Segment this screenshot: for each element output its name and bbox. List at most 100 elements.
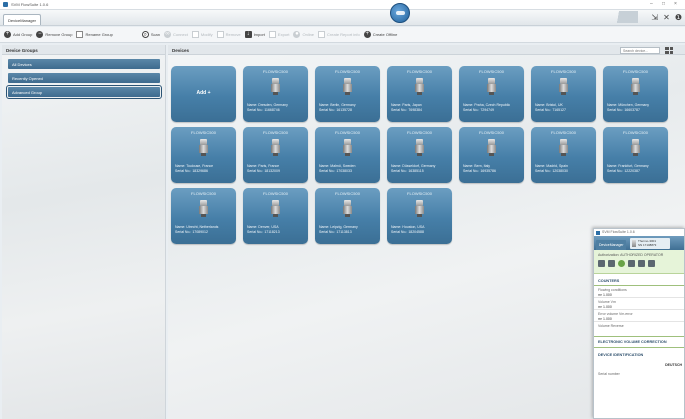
- online-button[interactable]: ● Online: [293, 31, 314, 38]
- minus-icon: −: [36, 31, 44, 38]
- remove-button[interactable]: Remove: [216, 31, 241, 38]
- device-meta: Name: Düsseldorf, Germany Serial No.: 163…: [391, 164, 435, 174]
- device-name-prefix: Name:: [319, 103, 330, 107]
- popup-status-bar: Authorization: AUTHORIZED OPERATOR: [594, 250, 684, 274]
- device-name-prefix: Name:: [391, 103, 402, 107]
- grid-icon[interactable]: [628, 260, 635, 267]
- create-offline-button[interactable]: + Create Offline: [363, 31, 397, 38]
- device-meta: Name: Paris, Japan Serial No.: 7698384: [391, 103, 422, 113]
- identification-select[interactable]: DEUTSCH: [594, 360, 684, 370]
- device-serial: 16603787: [624, 108, 640, 112]
- edit-icon: [76, 31, 84, 38]
- window-title: SVM FlowSuite 1.0.6: [11, 2, 49, 7]
- device-name-prefix: Name:: [247, 103, 258, 107]
- collapse-icon[interactable]: ⇲: [651, 13, 658, 23]
- popup-tab-device-manager[interactable]: DeviceManager: [596, 240, 626, 250]
- device-meta: Name: Dresden, Germany Serial No.: 116687…: [247, 103, 288, 113]
- export-icon: [268, 31, 276, 38]
- popup-device-tab[interactable]: Thermo-3001 SN 17108873: [630, 238, 670, 249]
- add-group-label: Add Group: [13, 32, 33, 37]
- device-name: Berlin, Germany: [330, 103, 356, 107]
- flowmeter-icon: [271, 200, 280, 217]
- device-tile[interactable]: FLOWSIC500 Name: Toulouse, France Serial N…: [171, 127, 236, 183]
- create-report-label: Create Report info: [327, 32, 360, 37]
- device-tile[interactable]: FLOWSIC500 Name: Frankfurt, Germany Serial…: [603, 127, 668, 183]
- device-serial-prefix: Serial No.:: [319, 108, 336, 112]
- maximize-icon[interactable]: □: [662, 1, 665, 7]
- help-icon[interactable]: ❶: [675, 13, 682, 23]
- device-tile[interactable]: FLOWSIC500 Name: Madrid, Spain Serial No.:…: [531, 127, 596, 183]
- device-serial: 18132009: [264, 169, 280, 173]
- remove-group-button[interactable]: − Remove Group: [36, 31, 72, 38]
- device-popup-window: SVM FlowSuite 1.0.6 DeviceManager Thermo…: [593, 228, 685, 419]
- device-serial-prefix: Serial No.:: [247, 169, 264, 173]
- group-recently-opened[interactable]: Recently Opened: [8, 73, 160, 83]
- check-icon[interactable]: [618, 260, 625, 267]
- rename-group-button[interactable]: Rename Group: [76, 31, 113, 38]
- device-groups-panel: Device Groups All Devices Recently Opene…: [2, 45, 166, 419]
- device-tile[interactable]: FLOWSIC500 Name: Malmö, Sweden Serial No.:…: [315, 127, 380, 183]
- device-tile[interactable]: FLOWSIC500 Name: München, Germany Serial N…: [603, 66, 668, 122]
- device-tile[interactable]: FLOWSIC500 Name: Düsseldorf, Germany Seria…: [387, 127, 452, 183]
- rename-group-label: Rename Group: [85, 32, 113, 37]
- tab-bar: DeviceManager: [0, 10, 685, 26]
- tab-bar-actions: ⇲ ✕ ❶: [651, 12, 682, 24]
- import-button[interactable]: ↓ Import: [244, 31, 265, 38]
- report-icon: [318, 31, 326, 38]
- create-report-button[interactable]: Create Report info: [318, 31, 360, 38]
- flowmeter-icon: [487, 139, 496, 156]
- connect-button[interactable]: ∞ Connect: [163, 31, 188, 38]
- device-tile[interactable]: FLOWSIC500 Name: Praha, Czech Republic Ser…: [459, 66, 524, 122]
- device-serial: 17118213: [264, 230, 280, 234]
- group-advanced[interactable]: Advanced Group: [6, 85, 162, 99]
- export-button[interactable]: Export: [268, 31, 289, 38]
- device-serial-prefix: Serial No.:: [247, 230, 264, 234]
- modify-button[interactable]: Modify: [191, 31, 213, 38]
- search-input[interactable]: [620, 47, 660, 54]
- toolbar: + Add Group − Remove Group Rename Group …: [0, 27, 685, 43]
- add-group-button[interactable]: + Add Group: [4, 31, 32, 38]
- chart-icon[interactable]: [648, 260, 655, 267]
- device-tile[interactable]: FLOWSIC500 Name: Paris, Japan Serial No.: …: [387, 66, 452, 122]
- tools-icon[interactable]: ✕: [663, 13, 670, 23]
- device-meta: Name: Bristol, UK Serial No.: 7165127: [535, 103, 566, 113]
- device-model: FLOWSIC500: [191, 191, 216, 196]
- device-tile[interactable]: FLOWSIC500 Name: Bern, Italy Serial No.: 1…: [459, 127, 524, 183]
- device-meta: Name: Madrid, Spain Serial No.: 12038030: [535, 164, 568, 174]
- device-model: FLOWSIC500: [407, 69, 432, 74]
- devices-header: Devices: [168, 45, 685, 55]
- minimize-icon[interactable]: –: [650, 1, 653, 7]
- device-tile[interactable]: FLOWSIC500 Name: Utrecht, Netherlands Seri…: [171, 188, 236, 244]
- device-name-prefix: Name:: [391, 225, 402, 229]
- device-tile[interactable]: FLOWSIC500 Name: Paris, France Serial No.:…: [243, 127, 308, 183]
- device-meta: Name: Houston, USA Serial No.: 18204588: [391, 225, 424, 235]
- group-all-devices[interactable]: All Devices: [8, 59, 160, 69]
- device-tile[interactable]: FLOWSIC500 Name: Bristol, UK Serial No.: 7…: [531, 66, 596, 122]
- add-device-tile[interactable]: Add +: [171, 66, 236, 122]
- device-meta: Name: Denver, USA Serial No.: 17118213: [247, 225, 280, 235]
- pencil-icon[interactable]: [598, 260, 605, 267]
- device-tile[interactable]: FLOWSIC500 Name: Leipzig, Germany Serial N…: [315, 188, 380, 244]
- device-name-prefix: Name:: [463, 103, 474, 107]
- device-serial: 17038033: [336, 169, 352, 173]
- device-tile[interactable]: FLOWSIC500 Name: Berlin, Germany Serial No…: [315, 66, 380, 122]
- flowmeter-icon: [199, 139, 208, 156]
- grid-view-icon[interactable]: [665, 47, 673, 54]
- device-meta: Name: Paris, France Serial No.: 18132009: [247, 164, 280, 174]
- device-model: FLOWSIC500: [551, 130, 576, 135]
- device-serial: 12038030: [552, 169, 568, 173]
- device-meta: Name: Bern, Italy Serial No.: 16935786: [463, 164, 496, 174]
- gear-icon[interactable]: [638, 260, 645, 267]
- device-name-prefix: Name:: [319, 225, 330, 229]
- device-name: Toulouse, France: [186, 164, 214, 168]
- electronic-volume-heading[interactable]: ELECTRONIC VOLUME CORRECTION: [594, 336, 684, 348]
- device-tile[interactable]: FLOWSIC500 Name: Denver, USA Serial No.: 1…: [243, 188, 308, 244]
- user-icon[interactable]: [608, 260, 615, 267]
- tab-device-manager[interactable]: DeviceManager: [3, 14, 41, 25]
- volume-reverse-label: Volume Reverse: [598, 324, 624, 328]
- close-icon[interactable]: ×: [674, 1, 677, 7]
- device-tile[interactable]: FLOWSIC500 Name: Houston, USA Serial No.: …: [387, 188, 452, 244]
- device-serial: 17113813: [336, 230, 352, 234]
- scan-button[interactable]: ⌕ Scan: [141, 31, 160, 38]
- device-tile[interactable]: FLOWSIC500 Name: Dresden, Germany Serial N…: [243, 66, 308, 122]
